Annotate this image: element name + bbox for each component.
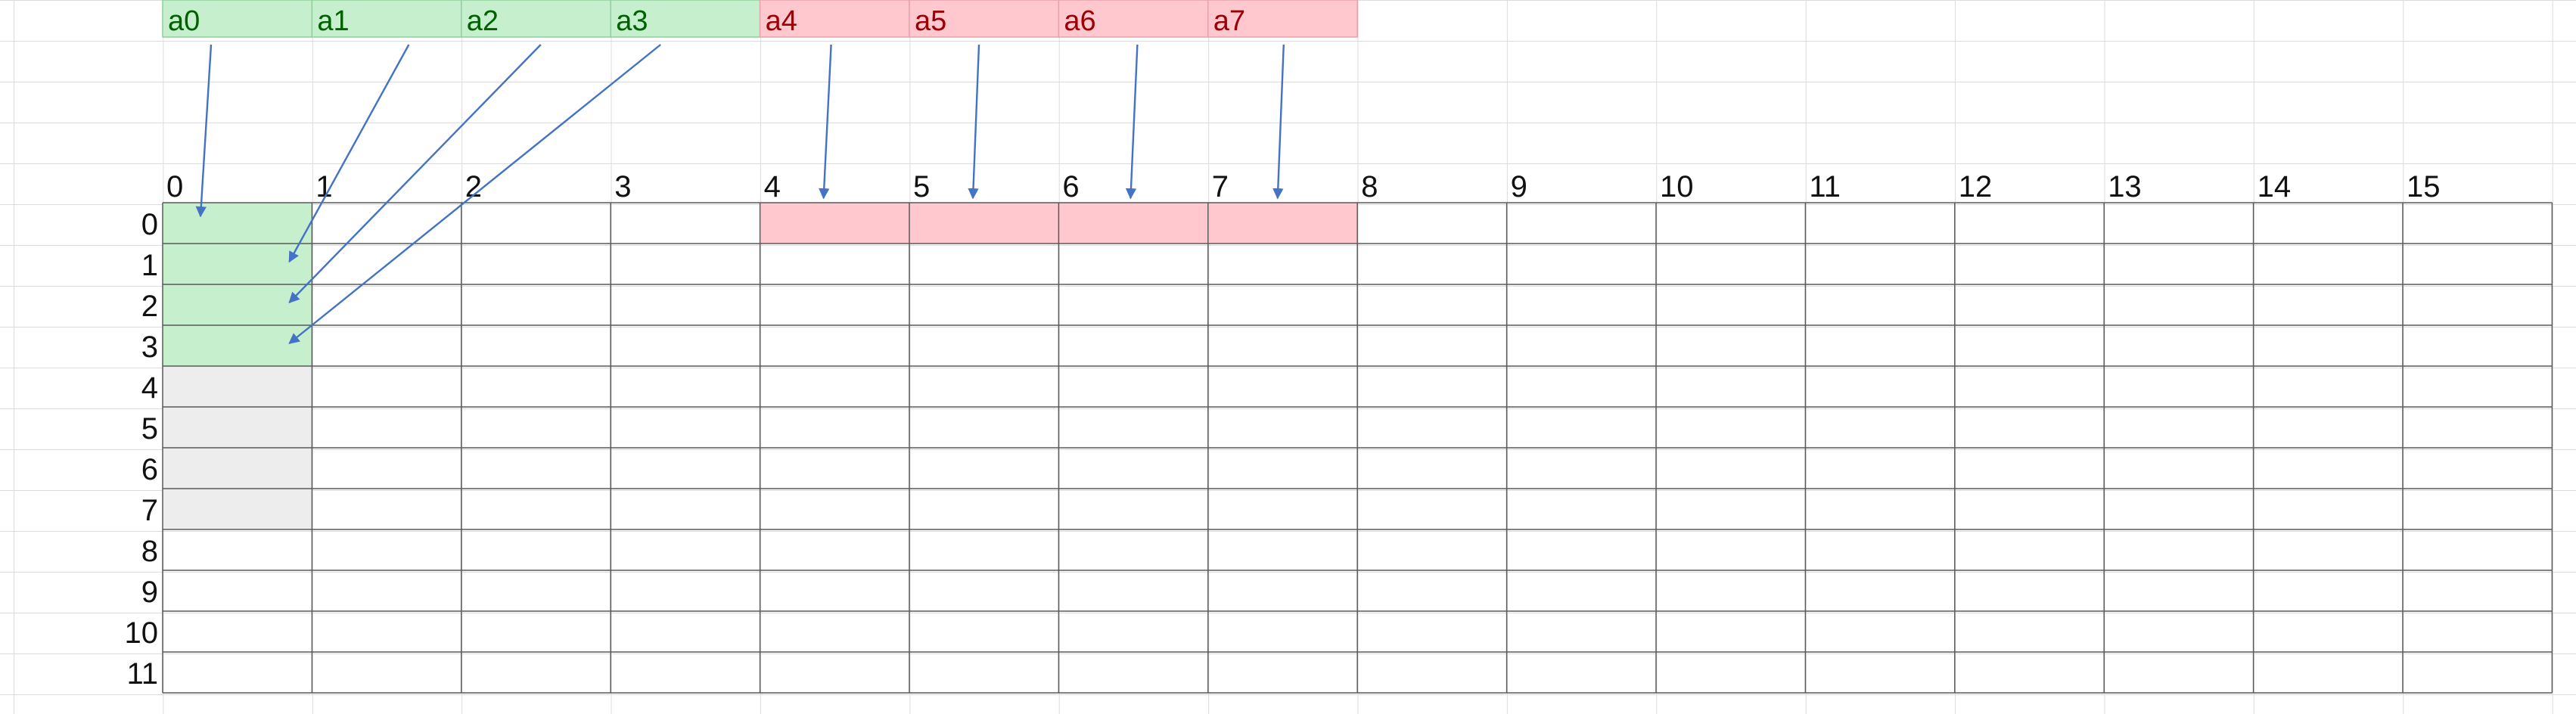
arrow-a6: [1125, 44, 1139, 200]
column-number: 9: [1511, 170, 1527, 203]
column-number: 12: [1959, 170, 1993, 203]
green-cell-r0-c0: [163, 203, 312, 244]
row-number: 1: [141, 249, 158, 282]
red-cell-r0-c5: [909, 203, 1059, 244]
source-label-a2: a2: [467, 5, 499, 37]
column-number: 2: [465, 170, 482, 203]
row-number: 6: [141, 453, 158, 486]
arrow-a3: [288, 44, 661, 344]
column-number: 14: [2257, 170, 2292, 203]
source-label-a1: a1: [317, 5, 349, 37]
row-number-column: 0 1 2 3 4 5 6 7 8 9 10 11: [125, 208, 159, 691]
arrow-a7: [1272, 44, 1285, 200]
column-number: 10: [1660, 170, 1694, 203]
column-number: 7: [1212, 170, 1229, 203]
row-number: 2: [141, 290, 158, 323]
source-array-row: a0 a1 a2 a3 a4 a5 a6 a7: [162, 0, 1358, 38]
column-number: 8: [1361, 170, 1378, 203]
source-label-a3: a3: [616, 5, 648, 37]
red-cell-r0-c4: [760, 203, 909, 244]
arrow-a4: [819, 44, 832, 200]
source-label-a4: a4: [766, 5, 797, 37]
row-number: 7: [141, 494, 158, 527]
column-number: 15: [2407, 170, 2441, 203]
row-number: 10: [125, 616, 159, 650]
row-number: 11: [126, 657, 158, 691]
green-cell-r2-c0: [163, 284, 312, 325]
target-grid: [162, 202, 2553, 694]
column-number: 13: [2108, 170, 2142, 203]
column-number-row: 0 1 2 3 4 5 6 7 8 9 10 11 12 13 14 15: [166, 170, 2441, 203]
source-label-a0: a0: [168, 5, 200, 37]
gray-cell-r4-c0: [163, 366, 312, 407]
arrow-a0: [195, 44, 213, 218]
source-label-a7: a7: [1213, 5, 1245, 37]
row-number: 4: [141, 371, 158, 405]
column-number: 4: [764, 170, 781, 203]
green-cell-r3-c0: [163, 325, 312, 366]
mapping-arrows: [195, 44, 1285, 344]
row-number: 9: [141, 576, 158, 609]
column-number: 5: [913, 170, 930, 203]
row-number: 8: [141, 535, 158, 568]
row-number: 3: [141, 331, 158, 364]
row-number: 0: [141, 208, 158, 241]
column-number: 3: [614, 170, 631, 203]
source-label-a5: a5: [915, 5, 946, 37]
column-number: 6: [1062, 170, 1079, 203]
gray-cell-r5-c0: [163, 407, 312, 448]
arrow-a1: [288, 44, 410, 263]
arrow-a5: [968, 44, 980, 200]
red-cell-r0-c7: [1207, 203, 1358, 244]
column-number: 11: [1809, 170, 1841, 203]
gray-cell-r6-c0: [163, 448, 312, 489]
gray-cell-r7-c0: [163, 489, 312, 529]
memory-layout-diagram: a0 a1 a2 a3 a4 a5 a6 a7 0 1 2 3 4 5 6 7 8 9 10 11 12 13 14 15 …: [125, 0, 2553, 694]
red-cell-r0-c6: [1058, 203, 1208, 244]
green-cell-r1-c0: [163, 244, 312, 284]
source-label-a6: a6: [1064, 5, 1095, 37]
column-number: 0: [166, 170, 183, 203]
row-number: 5: [141, 412, 158, 445]
